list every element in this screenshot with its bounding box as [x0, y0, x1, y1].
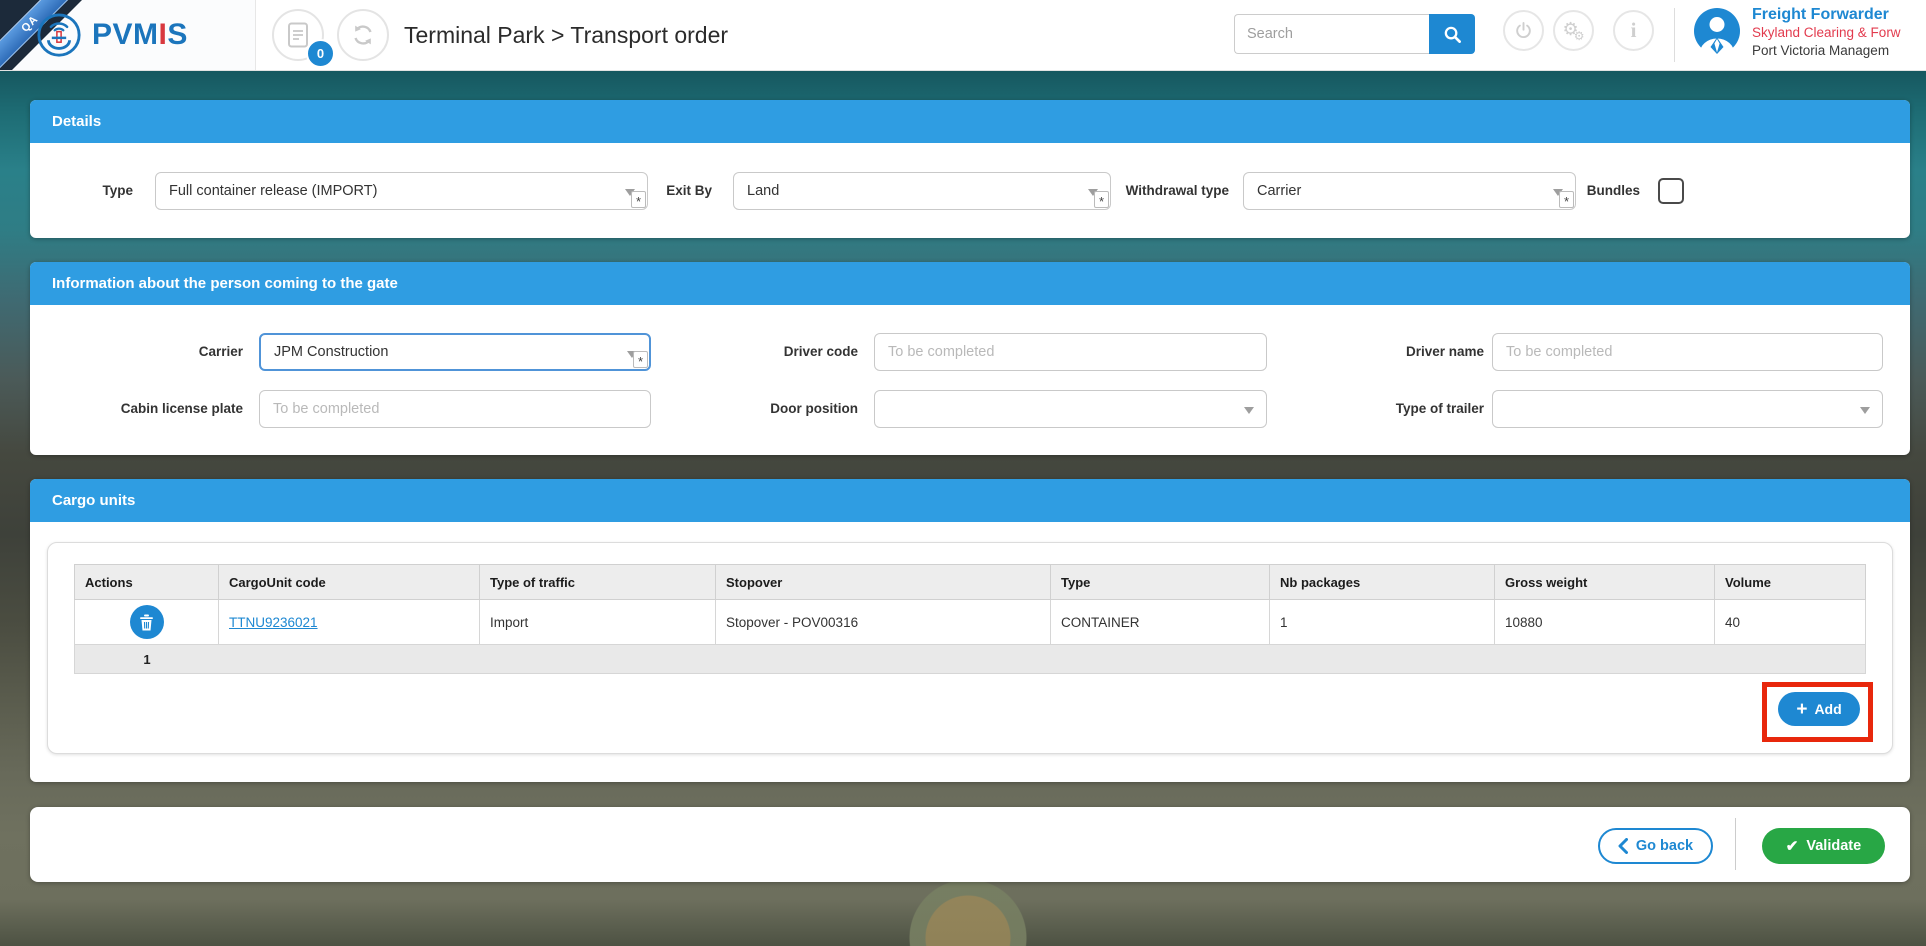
user-avatar[interactable] [1694, 8, 1740, 54]
cargounit-code-cell: TTNU9236021 [219, 600, 480, 645]
gate-info-section: Information about the person coming to t… [30, 262, 1910, 455]
chevron-left-icon [1618, 838, 1628, 854]
door-position-label: Door position [728, 390, 858, 428]
brand-part3: S [167, 18, 188, 51]
table-row: TTNU9236021 Import Stopover - POV00316 C… [75, 600, 1866, 645]
type-cell: CONTAINER [1051, 600, 1270, 645]
bundles-checkbox[interactable] [1658, 178, 1684, 204]
cargo-units-section: Cargo units Actions CargoUnit code Type … [30, 479, 1910, 782]
document-icon [287, 22, 309, 48]
col-stopover: Stopover [716, 565, 1051, 600]
withdrawal-type-label: Withdrawal type [1089, 172, 1229, 210]
cargo-units-section-title: Cargo units [30, 479, 1910, 522]
details-section-title: Details [30, 100, 1910, 143]
person-icon [1694, 8, 1740, 54]
type-value: Full container release (IMPORT) [169, 183, 377, 199]
exit-by-label: Exit By [632, 172, 712, 210]
notes-count-badge: 0 [306, 39, 335, 68]
col-type: Type [1051, 565, 1270, 600]
brand-panel: QA PVMIS [0, 0, 256, 70]
pvmis-logo-icon[interactable] [36, 12, 82, 58]
action-bar-divider [1735, 818, 1736, 870]
col-nb-packages: Nb packages [1270, 565, 1495, 600]
exit-by-select[interactable]: Land * [733, 172, 1111, 210]
type-select[interactable]: Full container release (IMPORT) * [155, 172, 648, 210]
carrier-value: JPM Construction [274, 344, 388, 360]
validate-button[interactable]: ✔ Validate [1762, 828, 1885, 864]
driver-code-label: Driver code [738, 333, 858, 371]
transport-order-page: QA PVMIS 0 [0, 0, 1926, 946]
row-count: 1 [75, 652, 219, 667]
withdrawal-type-select[interactable]: Carrier * [1243, 172, 1576, 210]
table-footer-row: 1 [75, 645, 1866, 674]
carrier-label: Carrier [123, 333, 243, 371]
type-label: Type [43, 172, 133, 210]
power-icon [1514, 21, 1533, 40]
cargo-unit-link[interactable]: TTNU9236021 [229, 615, 318, 630]
user-organization: Port Victoria Managem [1752, 42, 1901, 60]
action-bar: Go back ✔ Validate [30, 807, 1910, 882]
chevron-down-icon [1244, 407, 1254, 414]
info-button[interactable]: i [1613, 10, 1654, 51]
header-divider [1674, 8, 1675, 62]
plus-icon: + [1796, 700, 1807, 719]
col-type-of-traffic: Type of traffic [480, 565, 716, 600]
required-marker: * [633, 351, 648, 368]
withdrawal-type-value: Carrier [1257, 183, 1301, 199]
trash-icon [139, 614, 154, 631]
stopover-cell: Stopover - POV00316 [716, 600, 1051, 645]
actions-cell [75, 600, 219, 645]
col-cargounit-code: CargoUnit code [219, 565, 480, 600]
go-back-label: Go back [1636, 838, 1693, 854]
search-input[interactable] [1234, 14, 1430, 54]
user-company: Skyland Clearing & Forw [1752, 24, 1901, 42]
validate-label: Validate [1806, 838, 1861, 854]
brand-name: PVMIS [92, 18, 188, 52]
exit-by-value: Land [747, 183, 779, 199]
brand-part1: PVM [92, 18, 159, 51]
cargo-units-panel: Actions CargoUnit code Type of traffic S… [47, 542, 1893, 754]
go-back-button[interactable]: Go back [1598, 828, 1713, 864]
bundles-label: Bundles [1540, 172, 1640, 210]
table-footer-cell: 1 [75, 645, 1866, 674]
type-of-trailer-label: Type of trailer [1354, 390, 1484, 428]
driver-code-input[interactable] [874, 333, 1267, 371]
gross-weight-cell: 10880 [1495, 600, 1715, 645]
driver-name-input[interactable] [1492, 333, 1883, 371]
search-icon [1443, 25, 1462, 44]
search-button[interactable] [1429, 14, 1475, 54]
chevron-down-icon [1860, 407, 1870, 414]
gate-info-section-title: Information about the person coming to t… [30, 262, 1910, 305]
col-volume: Volume [1715, 565, 1866, 600]
col-actions: Actions [75, 565, 219, 600]
add-button-label: Add [1814, 701, 1841, 717]
logout-button[interactable] [1503, 10, 1544, 51]
settings-button[interactable]: ⚙⚙ [1553, 10, 1594, 51]
nb-packages-cell: 1 [1270, 600, 1495, 645]
table-header-row: Actions CargoUnit code Type of traffic S… [75, 565, 1866, 600]
cargo-units-table: Actions CargoUnit code Type of traffic S… [74, 564, 1866, 674]
refresh-icon [351, 23, 375, 47]
volume-cell: 40 [1715, 600, 1866, 645]
info-icon: i [1631, 18, 1637, 43]
col-gross-weight: Gross weight [1495, 565, 1715, 600]
breadcrumb-title: Terminal Park > Transport order [404, 0, 728, 70]
check-icon: ✔ [1786, 837, 1799, 855]
type-of-traffic-cell: Import [480, 600, 716, 645]
door-position-select[interactable] [874, 390, 1267, 428]
cabin-license-plate-input[interactable] [259, 390, 651, 428]
add-cargo-unit-button[interactable]: + Add [1778, 692, 1860, 726]
cabin-license-plate-label: Cabin license plate [83, 390, 243, 428]
top-header: QA PVMIS 0 [0, 0, 1926, 71]
type-of-trailer-select[interactable] [1492, 390, 1883, 428]
refresh-button[interactable] [337, 9, 389, 61]
delete-cargo-unit-button[interactable] [130, 605, 164, 639]
gears-icon: ⚙⚙ [1563, 20, 1585, 42]
user-info[interactable]: Freight Forwarder Skyland Clearing & For… [1752, 5, 1901, 60]
driver-name-label: Driver name [1354, 333, 1484, 371]
carrier-select[interactable]: JPM Construction * [259, 333, 651, 371]
details-section: Details Type Full container release (IMP… [30, 100, 1910, 238]
user-role: Freight Forwarder [1752, 5, 1901, 24]
